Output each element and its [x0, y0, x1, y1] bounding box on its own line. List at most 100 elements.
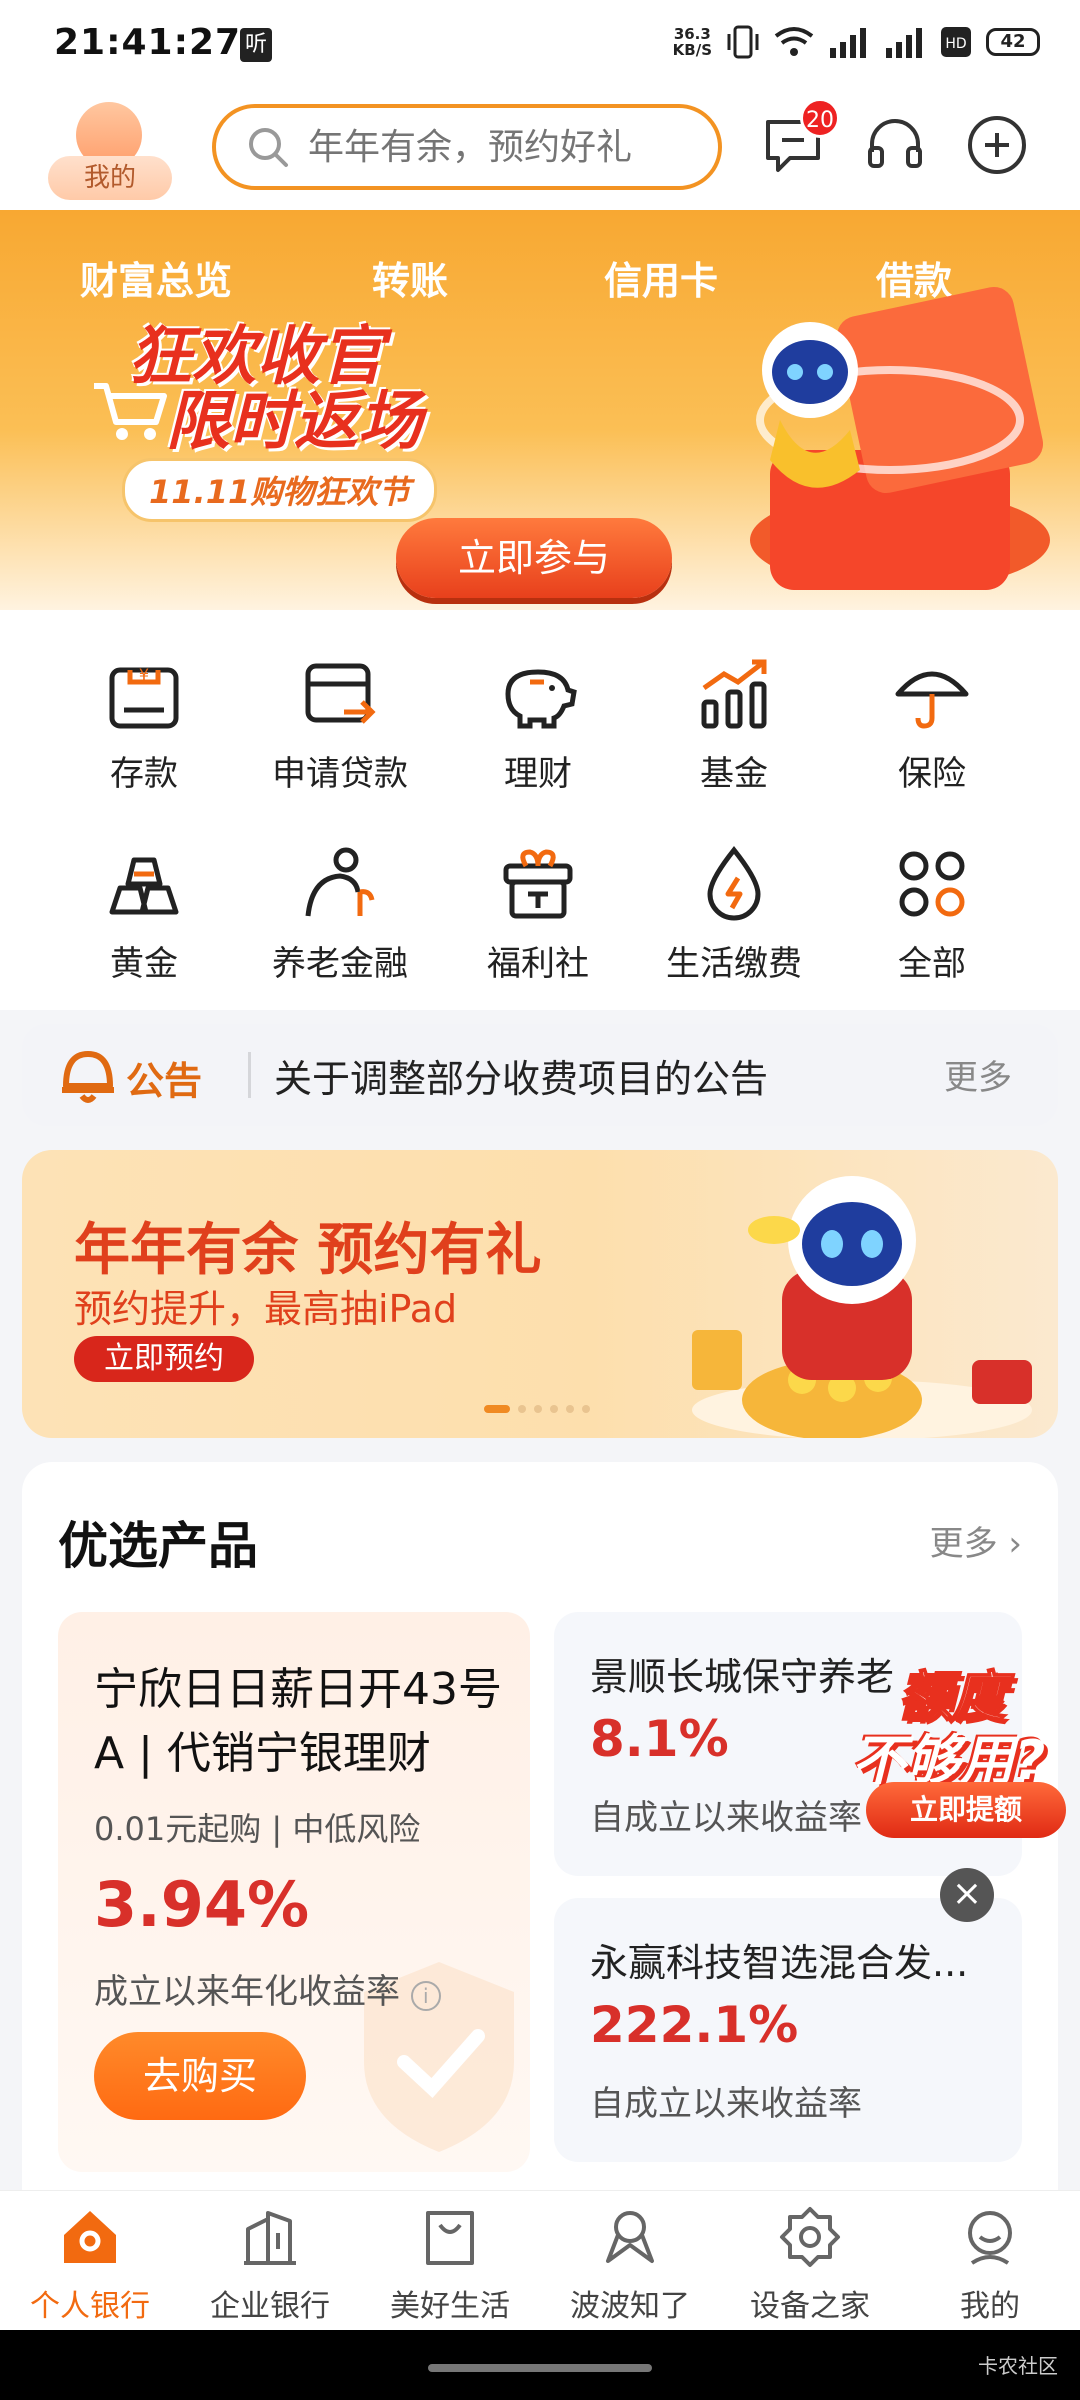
user-icon — [968, 2211, 1012, 2265]
grid-item-pension[interactable]: 养老金融 — [242, 844, 438, 1014]
umbrella-icon — [895, 671, 969, 729]
wifi-icon — [774, 27, 814, 56]
tab-device-home[interactable]: 设备之家 — [720, 2205, 900, 2325]
gift-icon — [503, 849, 573, 919]
announcement-divider — [248, 1052, 251, 1098]
home-gesture-handle[interactable] — [428, 2364, 652, 2372]
product-rate-label: 成立以来年化收益率 i — [94, 1964, 441, 2013]
chevron-right-icon: › — [1008, 1524, 1022, 1564]
signal-icon — [830, 28, 866, 58]
system-nav-bar: 卡农社区 — [0, 2330, 1080, 2400]
grid-item-insurance[interactable]: 保险 — [834, 654, 1030, 824]
customer-service-button[interactable] — [862, 112, 928, 178]
gold-icon — [109, 857, 179, 915]
info-icon[interactable]: i — [410, 1981, 441, 2011]
grid-item-deposit[interactable]: ¥ 存款 — [46, 654, 242, 824]
search-input[interactable] — [308, 126, 688, 168]
loan-icon — [305, 663, 376, 724]
announcement-bar[interactable]: 公告 关于调整部分收费项目的公告 更多 — [22, 1024, 1058, 1126]
product-card[interactable]: 永赢科技智选混合发... 222.1% 自成立以来收益率 — [554, 1898, 1022, 2162]
deposit-icon: ¥ — [109, 665, 179, 729]
promo-tag: 11.11购物狂欢节 — [122, 458, 438, 522]
grid-item-loan[interactable]: 申请贷款 — [242, 654, 438, 824]
reserve-now-button[interactable]: 立即预约 — [74, 1336, 254, 1382]
tab-mine[interactable]: 我的 — [900, 2205, 1080, 2325]
svg-text:HD: HD — [945, 36, 966, 52]
tab-personal-banking[interactable]: 个人银行 — [0, 2205, 180, 2325]
message-button[interactable]: 20 — [760, 98, 840, 178]
announcement-more-link[interactable]: 更多 — [944, 1050, 1012, 1099]
ad-subtitle: 预约提升，最高抽iPad — [74, 1287, 458, 1331]
product-rate: 3.94% — [94, 1868, 310, 1941]
carousel-dot — [566, 1405, 574, 1413]
quick-nav-wealth[interactable]: 财富总览 — [80, 250, 232, 305]
announcement-tag: 公告 — [126, 1059, 203, 1103]
message-badge: 20 — [800, 98, 840, 138]
carousel-dot — [534, 1405, 542, 1413]
carousel-indicator — [484, 1405, 590, 1413]
add-button[interactable] — [964, 112, 1030, 178]
grid-item-welfare[interactable]: 福利社 — [440, 844, 636, 1014]
tab-good-life[interactable]: 美好生活 — [360, 2205, 540, 2325]
fund-chart-icon — [701, 659, 767, 729]
robot-mascot-icon — [750, 286, 1050, 590]
carousel-dot — [484, 1405, 510, 1413]
product-rate-label: 自成立以来收益率 — [590, 1798, 862, 1838]
product-rate-label: 自成立以来收益率 — [590, 2084, 862, 2124]
section-title: 优选产品 — [58, 1517, 258, 1575]
ad-title: 年年有余 预约有礼 — [74, 1218, 542, 1283]
signal-icon — [886, 28, 922, 58]
ribbon-icon — [606, 2211, 654, 2263]
close-icon[interactable]: × — [940, 1868, 994, 1922]
grid-item-wealth[interactable]: 理财 — [440, 654, 636, 824]
credit-limit-float-ad[interactable]: 额度 不够用? 立即提额 — [852, 1648, 1080, 1848]
promo-headline-2: 限时返场 — [166, 385, 422, 459]
utility-drop-icon — [707, 845, 761, 921]
shopping-bag-icon — [426, 2211, 474, 2265]
ting-app-icon: 听 — [240, 28, 272, 62]
grid-item-fund[interactable]: 基金 — [636, 654, 832, 824]
battery-indicator: 42 — [986, 28, 1040, 56]
quick-nav-transfer[interactable]: 转账 — [372, 250, 448, 305]
products-more-link[interactable]: 更多 › — [930, 1516, 1022, 1565]
status-icons: 36.3 KB/S HD 42 — [673, 24, 1040, 60]
avatar[interactable]: 我的 — [44, 98, 174, 206]
increase-limit-button[interactable]: 立即提额 — [866, 1782, 1066, 1838]
pension-icon — [305, 847, 375, 917]
robot-mascot-icon — [692, 1176, 1032, 1438]
tab-business-banking[interactable]: 企业银行 — [180, 2205, 360, 2325]
announcement-text[interactable]: 关于调整部分收费项目的公告 — [274, 1048, 768, 1103]
carousel-dot — [582, 1405, 590, 1413]
building-icon — [244, 2211, 296, 2265]
promo-banner[interactable]: 财富总览 转账 信用卡 借款 狂欢收官 限时返场 11.11购物狂欢节 立即参与 — [0, 210, 1080, 610]
featured-product-card[interactable]: 宁欣日日薪日开43号A | 代销宁银理财 0.01元起购 | 中低风险 3.94… — [58, 1612, 530, 2172]
product-rate: 222.1% — [590, 1996, 799, 2054]
bell-icon — [62, 1051, 114, 1103]
join-now-button[interactable]: 立即参与 — [396, 518, 672, 598]
piggy-bank-icon — [505, 669, 577, 729]
grid-item-utility[interactable]: 生活缴费 — [636, 844, 832, 1014]
top-header: 我的 20 — [0, 90, 1080, 210]
net-speed: 36.3 KB/S — [672, 25, 712, 59]
grid-item-all[interactable]: 全部 — [834, 844, 1030, 1014]
search-bar[interactable] — [212, 104, 722, 190]
tab-bobo-zhile[interactable]: 波波知了 — [540, 2205, 720, 2325]
status-bar: 21:41:27 听 36.3 KB/S HD 42 — [0, 0, 1080, 90]
buy-button[interactable]: 去购买 — [94, 2032, 306, 2120]
product-rate: 8.1% — [590, 1710, 729, 1768]
watermark: 卡农社区 — [978, 2354, 1058, 2378]
clock: 21:41:27 — [54, 22, 242, 63]
product-name: 宁欣日日薪日开43号A | 代销宁银理财 — [94, 1664, 502, 1779]
home-icon — [64, 2211, 116, 2263]
bottom-tab-bar: 个人银行 企业银行 美好生活 波波知了 设备之家 我的 — [0, 2190, 1080, 2330]
hd-icon: HD — [941, 27, 971, 57]
gear-icon — [780, 2207, 840, 2267]
carousel-dot — [550, 1405, 558, 1413]
reservation-ad-banner[interactable]: 年年有余 预约有礼 预约提升，最高抽iPad 立即预约 — [22, 1150, 1058, 1438]
grid-item-gold[interactable]: 黄金 — [46, 844, 242, 1014]
svg-text:¥: ¥ — [139, 665, 149, 684]
product-meta: 0.01元起购 | 中低风险 — [94, 1810, 421, 1848]
carousel-dot — [518, 1405, 526, 1413]
headset-icon — [868, 119, 922, 168]
product-name: 永赢科技智选混合发... — [590, 1941, 969, 1985]
